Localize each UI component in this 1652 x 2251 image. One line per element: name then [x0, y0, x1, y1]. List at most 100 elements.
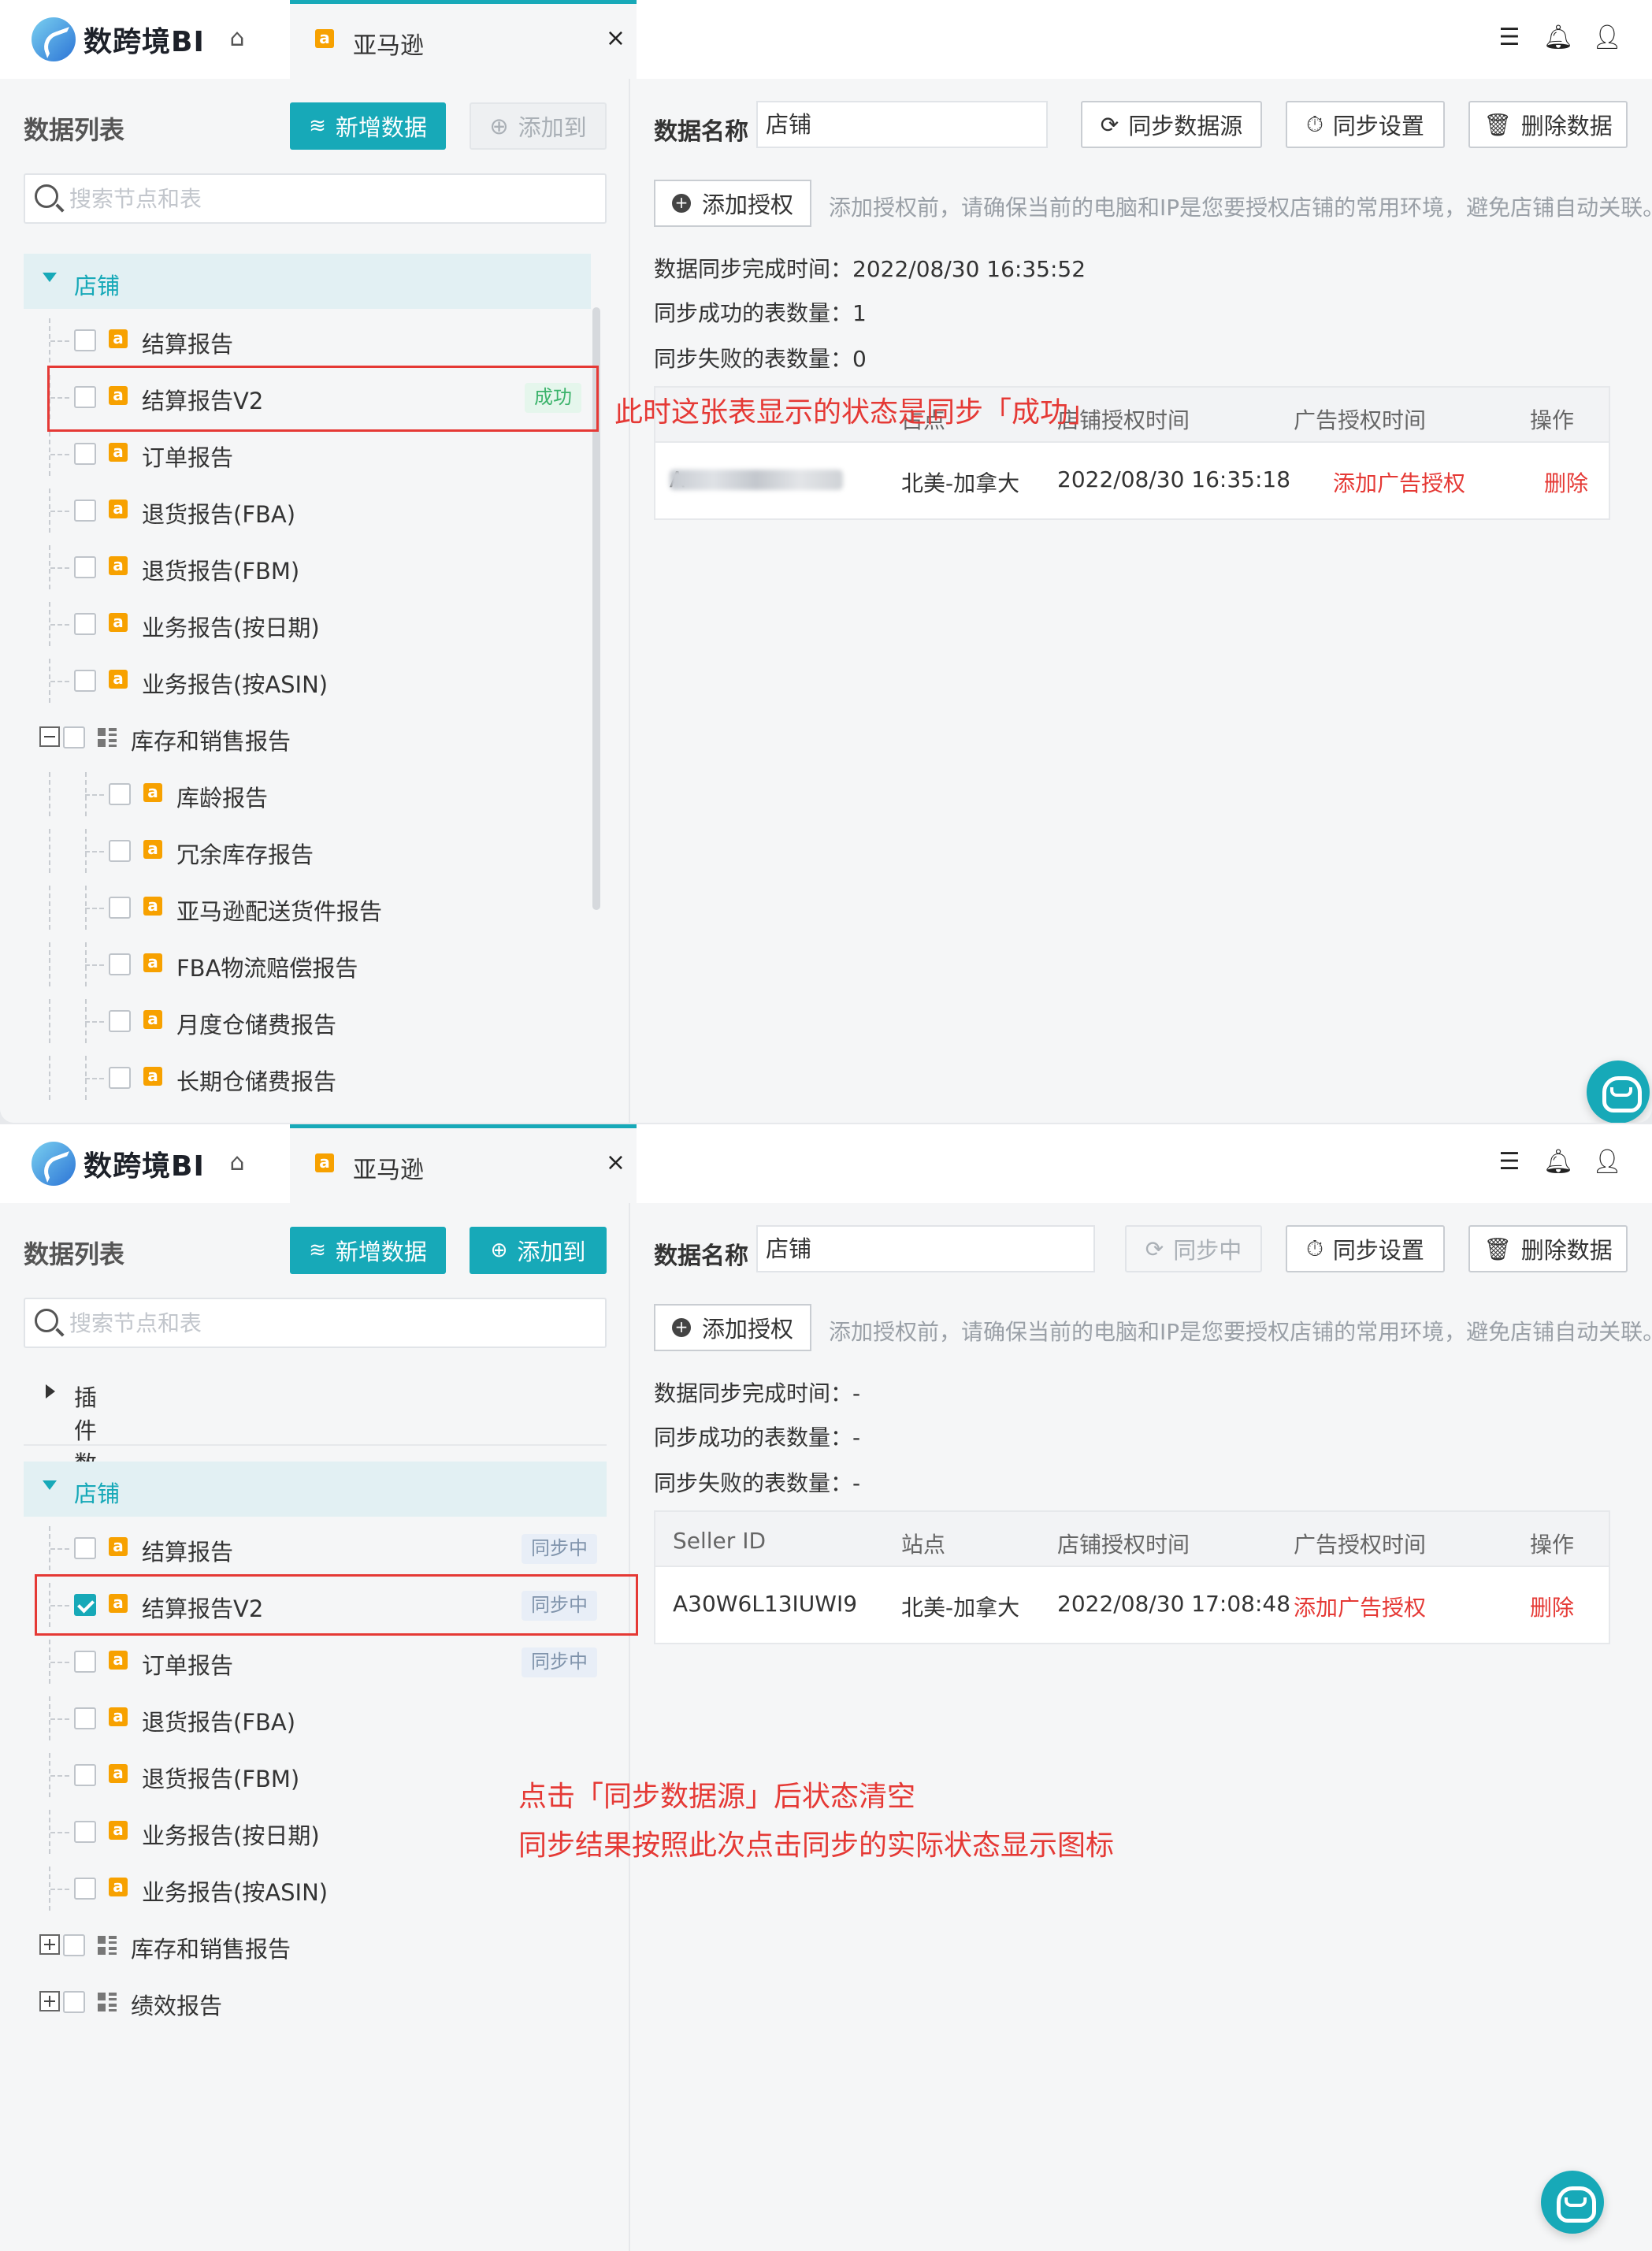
delete-link[interactable]: 删除: [1530, 1591, 1574, 1622]
plus-circle-icon: ⊕: [490, 1239, 508, 1262]
data-name-input[interactable]: 店铺: [756, 101, 1048, 148]
tree-guide-line: [50, 1548, 69, 1550]
tree-node[interactable]: a 长期仓储费报告: [0, 1056, 630, 1100]
node-checkbox[interactable]: [74, 1651, 96, 1673]
amazon-icon: a: [109, 1537, 128, 1556]
tree-node[interactable]: a 结算报告 同步中: [0, 1526, 630, 1570]
home-icon[interactable]: ⌂: [225, 1150, 250, 1176]
tab-amazon[interactable]: a 亚马逊 ×: [290, 1124, 637, 1203]
tree-group-shop[interactable]: 店铺: [24, 254, 591, 309]
expand-icon[interactable]: [39, 1991, 60, 2011]
new-data-button[interactable]: ≋ 新增数据: [290, 102, 446, 150]
customer-service-icon[interactable]: [1541, 2171, 1604, 2234]
node-checkbox[interactable]: [74, 556, 96, 578]
tree-node[interactable]: a 退货报告(FBM): [0, 545, 630, 589]
node-checkbox[interactable]: [74, 443, 96, 465]
node-checkbox[interactable]: [63, 1934, 85, 1956]
delete-link[interactable]: 删除: [1544, 466, 1588, 498]
new-data-button[interactable]: ≋ 新增数据: [290, 1227, 446, 1274]
node-checkbox[interactable]: [109, 1010, 131, 1032]
node-checkbox[interactable]: [63, 726, 85, 748]
tree-node[interactable]: a 结算报告: [0, 318, 630, 362]
collapse-icon[interactable]: [39, 726, 60, 747]
task-list-icon[interactable]: ☰: [1494, 1146, 1525, 1178]
report-group-icon: [98, 1936, 117, 1955]
node-checkbox[interactable]: [109, 897, 131, 919]
data-name-input[interactable]: 店铺: [756, 1225, 1095, 1272]
sync-source-button[interactable]: ⟳ 同步数据源: [1081, 101, 1262, 148]
node-checkbox[interactable]: [109, 840, 131, 862]
tree-guide-line: [50, 1718, 69, 1720]
tab-close-icon[interactable]: ×: [606, 1149, 626, 1176]
amazon-icon-wrap: a: [143, 840, 162, 859]
add-ad-auth-link[interactable]: 添加广告授权: [1333, 466, 1465, 498]
plus-circle-icon: ⊕: [489, 113, 509, 139]
tree-guide-line: [49, 1056, 50, 1100]
sync-settings-button[interactable]: ⏱ 同步设置: [1286, 101, 1445, 148]
add-ad-auth-link[interactable]: 添加广告授权: [1294, 1591, 1426, 1622]
node-checkbox[interactable]: [74, 329, 96, 351]
add-auth-button[interactable]: + 添加授权: [654, 180, 811, 227]
tree-node[interactable]: a 退货报告(FBA): [0, 488, 630, 533]
tree-node[interactable]: 库存和销售报告: [0, 1923, 630, 1967]
node-checkbox[interactable]: [63, 1991, 85, 2013]
tab-close-icon[interactable]: ×: [606, 24, 626, 52]
node-label: 绩效报告: [131, 1993, 223, 2019]
tree-node[interactable]: a 订单报告: [0, 432, 630, 476]
node-checkbox[interactable]: [74, 670, 96, 692]
tree-node[interactable]: a 订单报告 同步中: [0, 1640, 630, 1684]
node-checkbox[interactable]: [109, 783, 131, 805]
bell-icon[interactable]: 🔔︎: [1542, 22, 1574, 54]
delete-data-button[interactable]: 🗑︎ 删除数据: [1468, 101, 1628, 148]
node-checkbox[interactable]: [74, 613, 96, 635]
tree-group-shop[interactable]: 店铺: [24, 1462, 607, 1517]
tab-amazon[interactable]: a 亚马逊 ×: [290, 0, 637, 79]
table-row: A 北美-加拿大 2022/08/30 16:35:18 添加广告授权 删除: [655, 443, 1609, 518]
delete-data-button[interactable]: 🗑︎ 删除数据: [1468, 1225, 1628, 1272]
node-checkbox[interactable]: [74, 500, 96, 522]
home-icon[interactable]: ⌂: [225, 26, 250, 51]
node-checkbox[interactable]: [109, 953, 131, 975]
customer-service-icon[interactable]: [1587, 1060, 1650, 1123]
tree-node[interactable]: a 业务报告(按日期): [0, 602, 630, 646]
user-icon[interactable]: 👤︎: [1591, 22, 1623, 54]
node-checkbox[interactable]: [109, 1067, 131, 1089]
tree-node[interactable]: a FBA物流赔偿报告: [0, 942, 630, 986]
expand-icon[interactable]: [39, 1934, 60, 1955]
tree-node[interactable]: a 退货报告(FBA): [0, 1696, 630, 1740]
task-list-icon[interactable]: ☰: [1494, 22, 1525, 54]
tree-node[interactable]: 库存和销售报告: [0, 715, 630, 760]
node-checkbox[interactable]: [74, 1878, 96, 1900]
timer-icon: ⏱: [1306, 111, 1323, 137]
tree-node[interactable]: a 月度仓储费报告: [0, 999, 630, 1043]
app-logo[interactable]: 数跨境BI: [32, 17, 205, 61]
tree-node[interactable]: a 库龄报告: [0, 772, 630, 816]
node-checkbox[interactable]: [74, 1707, 96, 1729]
syncing-button[interactable]: ⟳ 同步中: [1125, 1225, 1262, 1272]
seller-id-cell: A30W6L13IUWI9: [673, 1591, 858, 1617]
node-label: 退货报告(FBA): [142, 1709, 296, 1736]
sync-failed-count: 同步失败的表数量：-: [654, 1470, 861, 1496]
sync-settings-button[interactable]: ⏱ 同步设置: [1286, 1225, 1445, 1272]
amazon-icon: a: [143, 783, 162, 802]
search-input[interactable]: [69, 181, 589, 216]
node-checkbox[interactable]: [74, 1537, 96, 1559]
tree-node[interactable]: a 业务报告(按ASIN): [0, 1867, 630, 1911]
tree-node[interactable]: a 亚马逊配送货件报告: [0, 886, 630, 930]
tree-node[interactable]: a 业务报告(按ASIN): [0, 659, 630, 703]
tab-label: 亚马逊: [353, 32, 424, 60]
add-to-button[interactable]: ⊕ 添加到: [470, 1227, 607, 1274]
tree-node[interactable]: a 冗余库存报告: [0, 829, 630, 873]
node-checkbox[interactable]: [74, 1764, 96, 1786]
user-icon[interactable]: 👤︎: [1591, 1146, 1623, 1178]
add-auth-button[interactable]: + 添加授权: [654, 1304, 811, 1351]
site-cell: 北美-加拿大: [901, 1595, 1020, 1621]
app-logo[interactable]: 数跨境BI: [32, 1142, 205, 1186]
bell-icon[interactable]: 🔔︎: [1542, 1146, 1574, 1178]
tree-guide-line: [50, 1889, 69, 1890]
add-to-button[interactable]: ⊕ 添加到: [470, 102, 607, 150]
sync-complete-time: 数据同步完成时间：2022/08/30 16:35:52: [654, 256, 1086, 282]
search-input[interactable]: [69, 1306, 589, 1340]
tree-node[interactable]: 绩效报告: [0, 1980, 630, 2024]
node-checkbox[interactable]: [74, 1821, 96, 1843]
